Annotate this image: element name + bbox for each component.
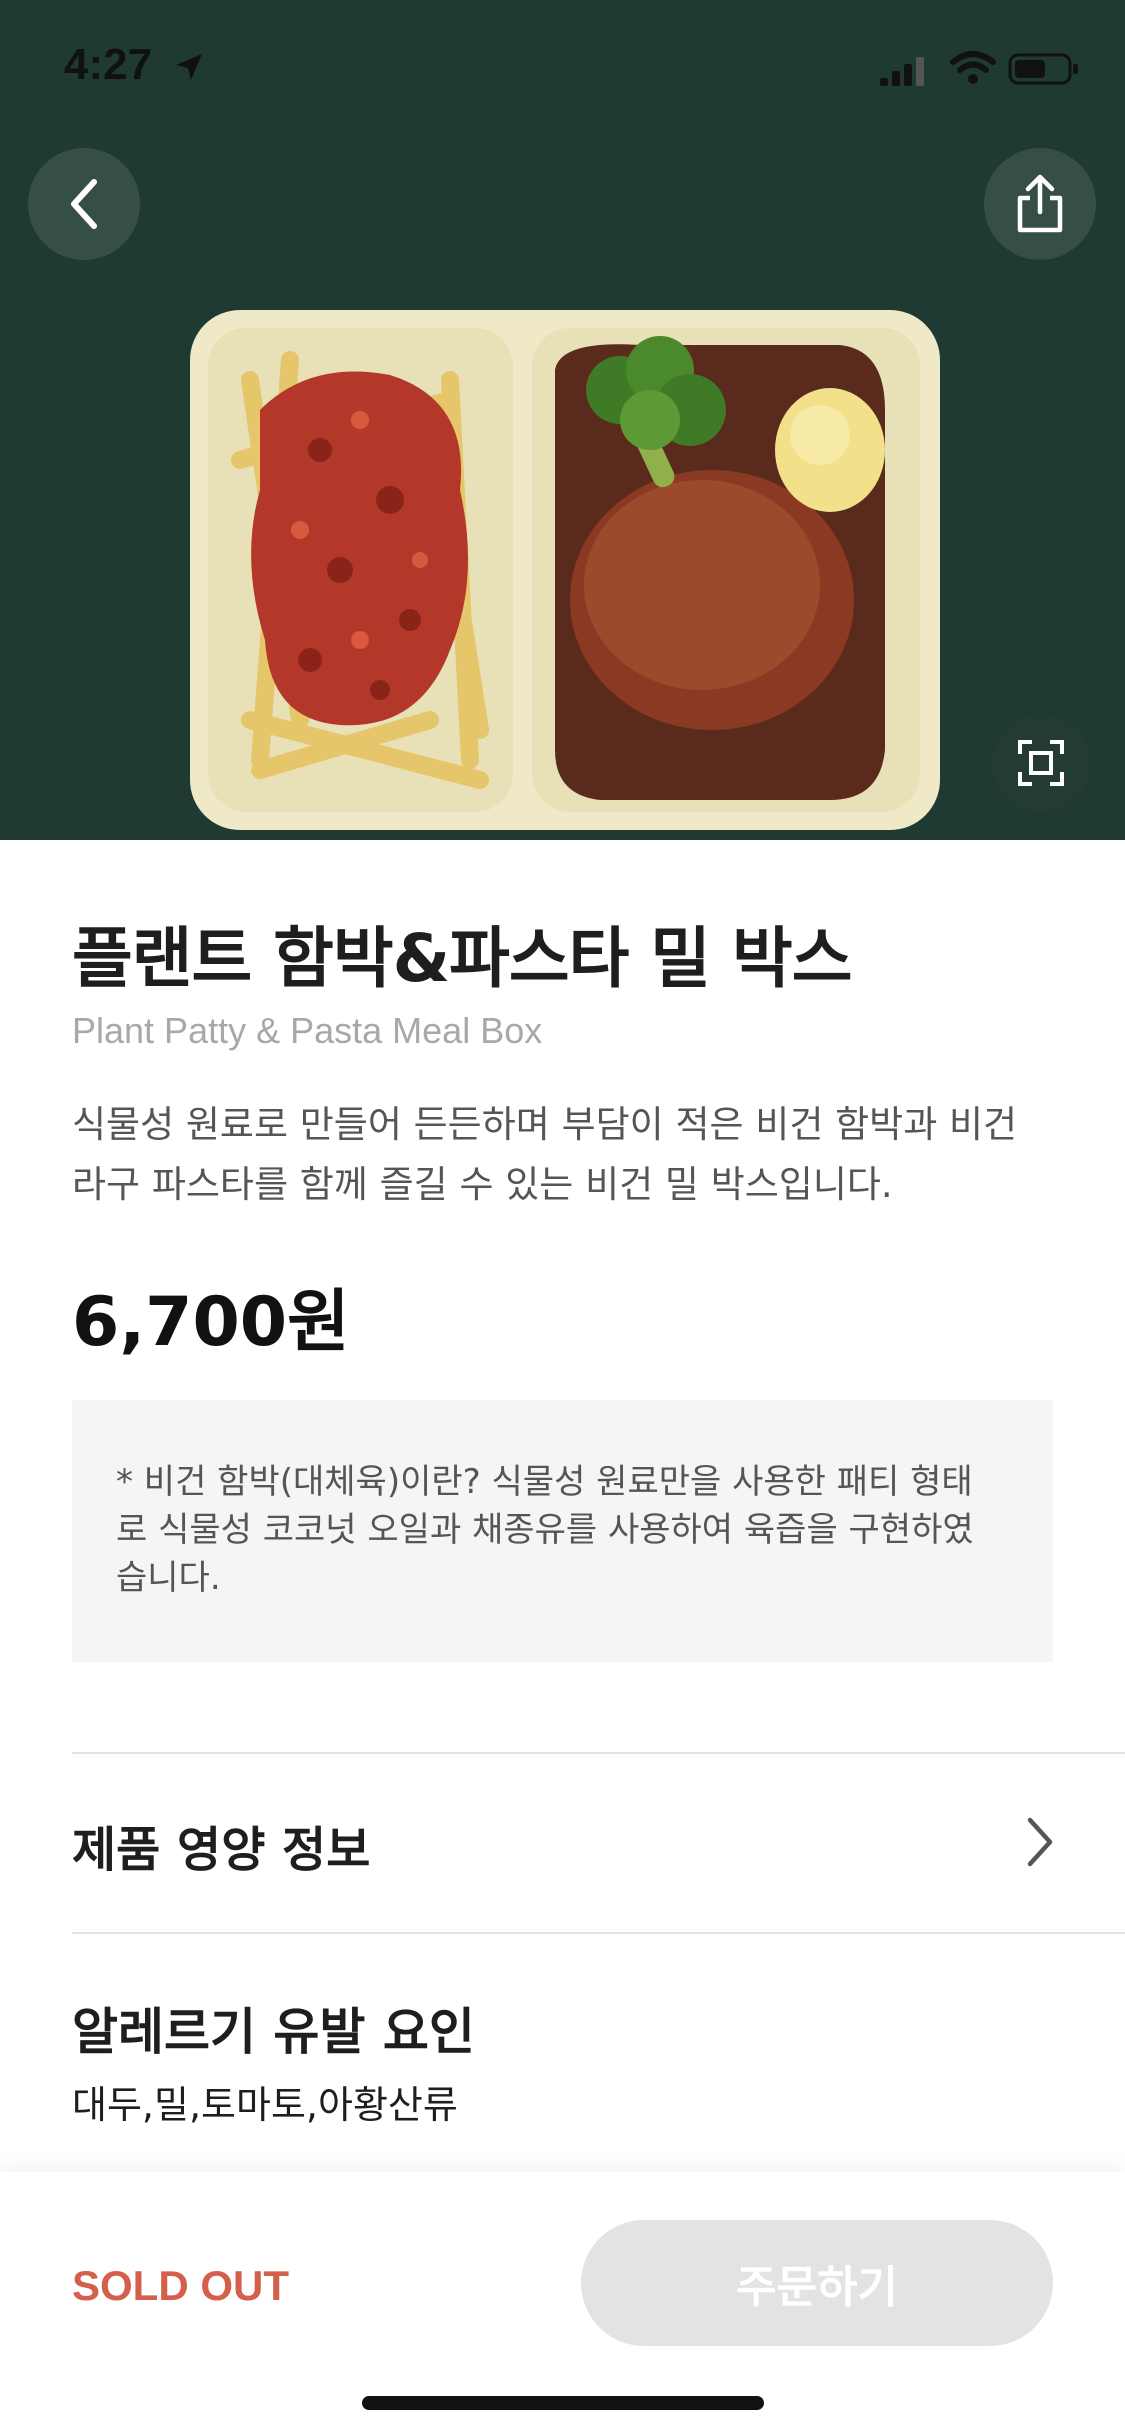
home-indicator [362, 2396, 764, 2410]
expand-icon [1018, 740, 1064, 786]
back-button[interactable] [28, 148, 140, 260]
order-button[interactable]: 주문하기 [581, 2220, 1053, 2346]
status-time: 4:27 [64, 40, 153, 89]
notice-box: * 비건 함박(대체육)이란? 식물성 원료만을 사용한 패티 형태로 식물성 … [72, 1400, 1053, 1662]
battery-icon [1008, 53, 1078, 85]
allergy-values: 대두,밀,토마토,아황산류 [72, 2083, 458, 2127]
product-image [190, 310, 940, 830]
chevron-right-icon [1027, 1817, 1053, 1867]
product-title: 플랜트 함박&파스타 밀 박스 [72, 920, 852, 997]
chevron-left-icon [71, 179, 97, 229]
cellular-signal-icon [880, 57, 924, 86]
allergy-title: 알레르기 유발 요인 [72, 2003, 475, 2061]
nutrition-info-row[interactable]: 제품 영양 정보 [72, 1754, 1125, 1932]
sold-out-label: SOLD OUT [72, 2262, 289, 2309]
divider [72, 1932, 1125, 1934]
product-description: 식물성 원료로 만들어 든든하며 부담이 적은 비건 함박과 비건 라구 파스타… [72, 1103, 1018, 1206]
product-subtitle: Plant Patty & Pasta Meal Box [72, 1010, 543, 1051]
wifi-icon [950, 51, 996, 84]
notice-text: * 비건 함박(대체육)이란? 식물성 원료만을 사용한 패티 형태로 식물성 … [116, 1462, 974, 1598]
location-arrow-icon [176, 54, 202, 80]
share-button[interactable] [984, 148, 1096, 260]
product-price: 6,700원 [72, 1283, 350, 1362]
share-icon [1017, 174, 1063, 233]
product-hero: 4:27 [0, 0, 1125, 840]
expand-button[interactable] [992, 714, 1090, 812]
nutrition-info-label: 제품 영양 정보 [72, 1822, 371, 1878]
status-bar: 4:27 [0, 0, 1125, 140]
